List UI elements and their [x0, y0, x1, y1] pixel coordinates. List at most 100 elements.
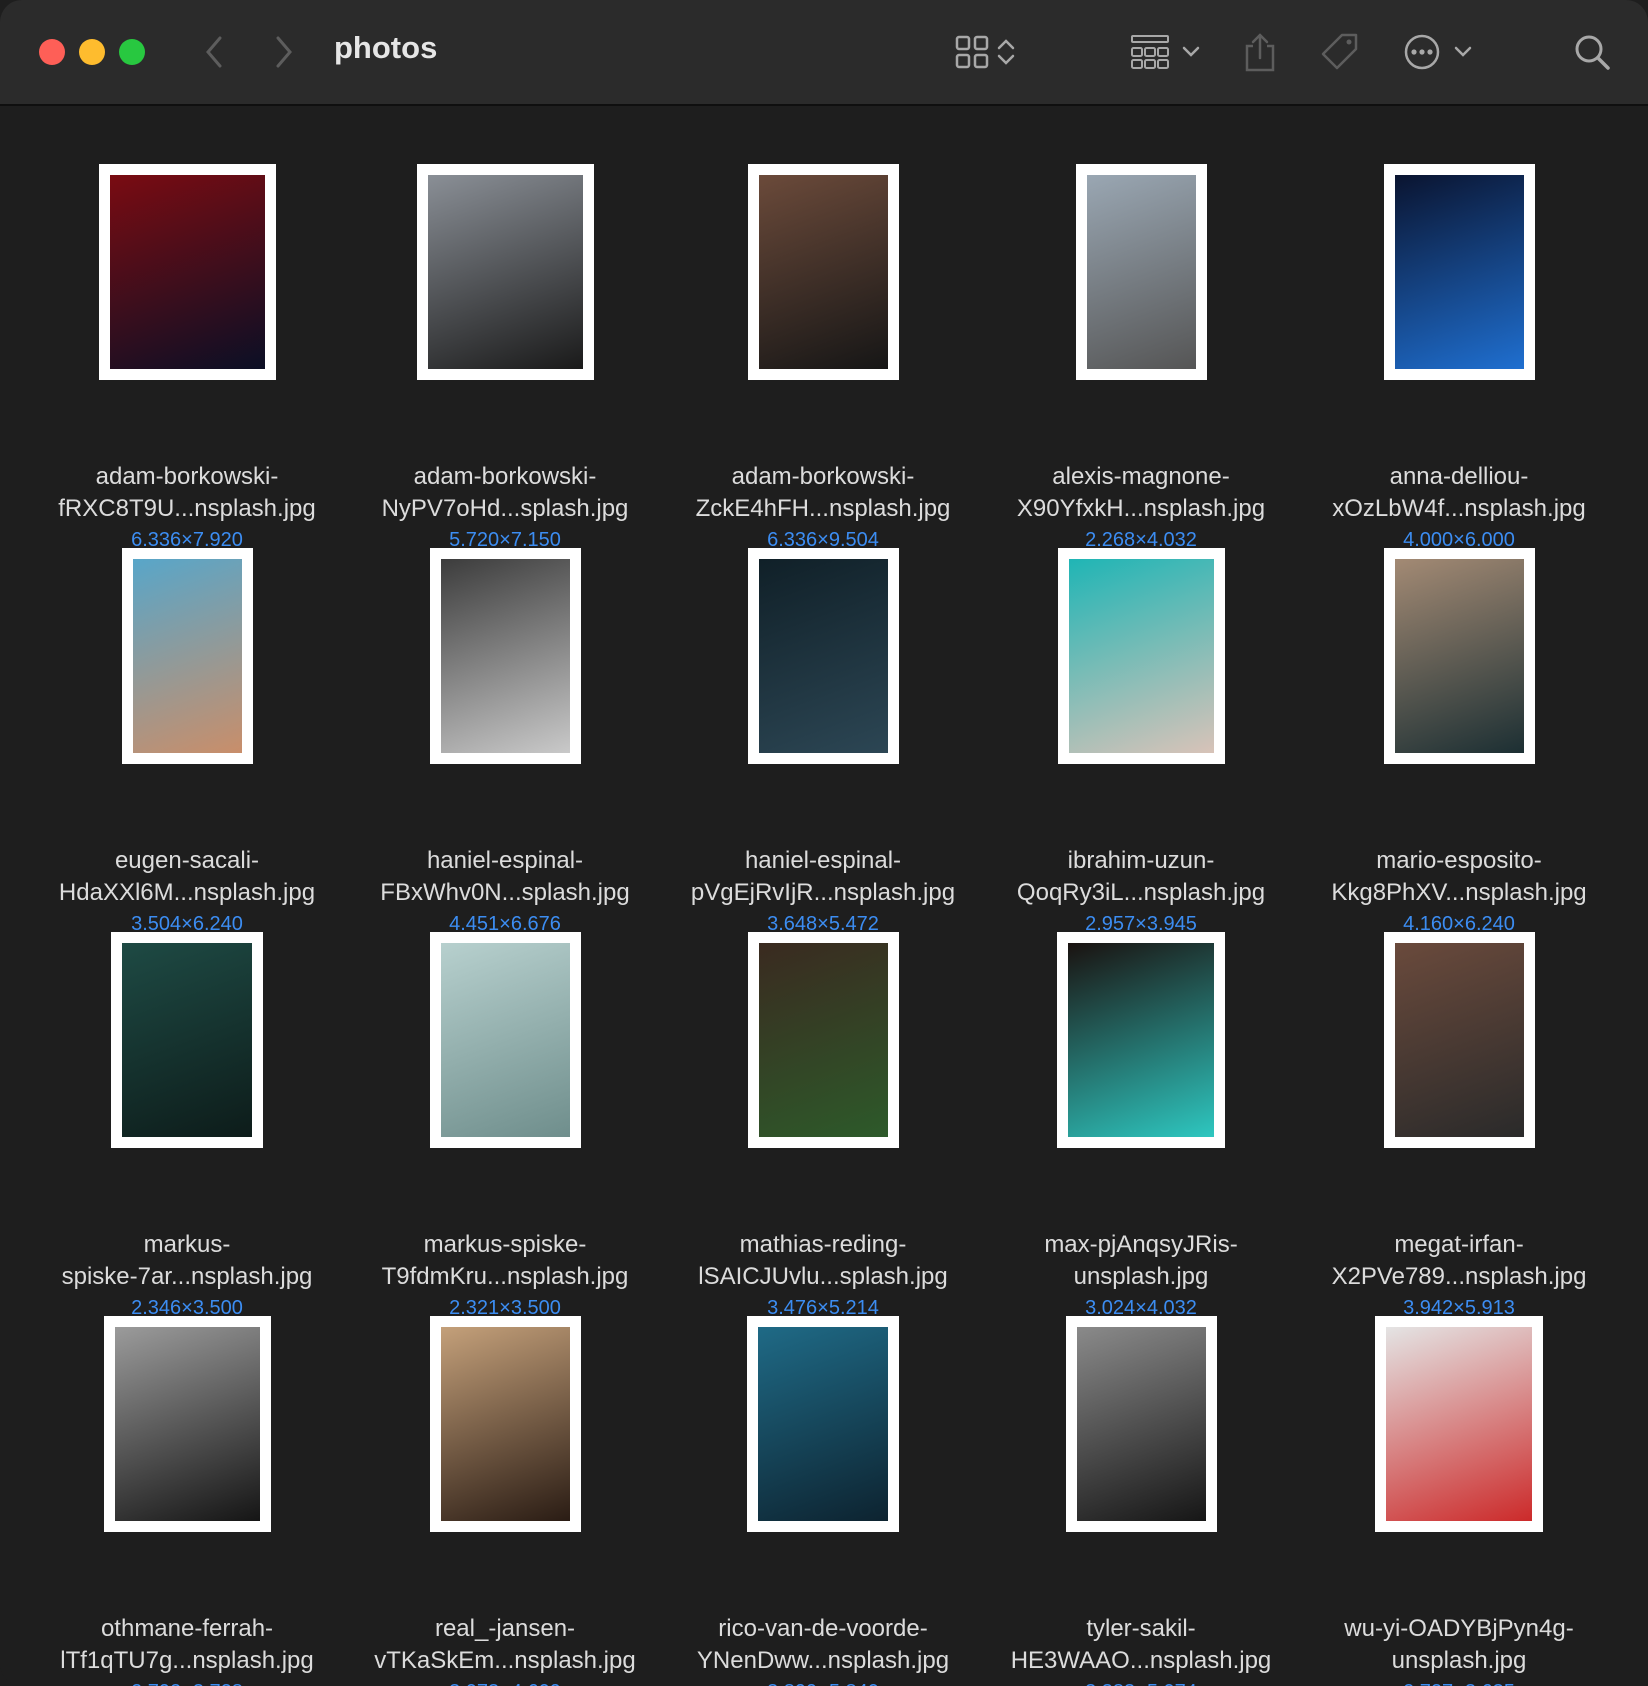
thumbnail-image: [427, 175, 583, 369]
file-item[interactable]: wu-yi-OADYBjPyn4g-unsplash.jpg 2.727×3.63…: [1309, 1316, 1609, 1686]
file-thumbnail[interactable]: [429, 1316, 581, 1532]
file-thumbnail[interactable]: [416, 164, 594, 380]
more-icon[interactable]: [1396, 26, 1448, 78]
file-item[interactable]: anna-delliou-xOzLbW4f...nsplash.jpg 4.000…: [1309, 164, 1609, 551]
file-thumbnail[interactable]: [121, 548, 253, 764]
file-thumbnail[interactable]: [1375, 1316, 1543, 1532]
file-name[interactable]: rico-van-de-voorde- YNenDww...nsplash.jpg: [673, 1613, 973, 1677]
thumbnail-image: [440, 559, 570, 753]
file-name[interactable]: mario-esposito- Kkg8PhXV...nsplash.jpg: [1309, 845, 1609, 909]
file-name-line2: X2PVe789...nsplash.jpg: [1331, 1263, 1587, 1290]
file-name-line1: adam-borkowski-: [95, 463, 279, 490]
close-button[interactable]: [39, 39, 65, 65]
file-item[interactable]: mathias-reding-lSAICJUvlu...splash.jpg 3.…: [673, 932, 973, 1319]
tag-icon[interactable]: [1314, 26, 1366, 78]
file-name[interactable]: markus-spiske- T9fdmKru...nsplash.jpg: [355, 1229, 655, 1293]
file-thumbnail[interactable]: [747, 164, 899, 380]
file-name[interactable]: anna-delliou-xOzLbW4f...nsplash.jpg: [1309, 461, 1609, 525]
file-name[interactable]: adam-borkowski-fRXC8T9U...nsplash.jpg: [37, 461, 337, 525]
chevron-down-icon[interactable]: [1176, 26, 1206, 78]
file-item[interactable]: alexis-magnone- X90YfxkH...nsplash.jpg 2.2…: [991, 164, 1291, 551]
file-thumbnail[interactable]: [98, 164, 276, 380]
file-name-line2: fRXC8T9U...nsplash.jpg: [58, 495, 316, 522]
file-item[interactable]: ibrahim-uzun- QoqRy3iL...nsplash.jpg 2.957…: [991, 548, 1291, 935]
file-item[interactable]: markus-spiske- T9fdmKru...nsplash.jpg 2.32…: [355, 932, 655, 1319]
file-thumbnail[interactable]: [1383, 164, 1535, 380]
file-name[interactable]: alexis-magnone- X90YfxkH...nsplash.jpg: [991, 461, 1291, 525]
file-thumbnail[interactable]: [429, 548, 581, 764]
file-item[interactable]: markus-spiske-7ar...nsplash.jpg 2.346×3.5…: [37, 932, 337, 1319]
file-name-line1: ibrahim-uzun-: [1067, 847, 1215, 874]
thumbnail-image: [1068, 943, 1214, 1137]
file-thumbnail[interactable]: [1057, 932, 1225, 1148]
file-name[interactable]: adam-borkowski- NyPV7oHd...splash.jpg: [355, 461, 655, 525]
file-name[interactable]: tyler-sakil- HE3WAAO...nsplash.jpg: [991, 1613, 1291, 1677]
thumbnail-image: [114, 1327, 260, 1521]
file-name-line1: wu-yi-OADYBjPyn4g-: [1344, 1615, 1574, 1642]
file-item[interactable]: adam-borkowski-fRXC8T9U...nsplash.jpg 6.3…: [37, 164, 337, 551]
thumbnail-image: [758, 943, 888, 1137]
file-name[interactable]: haniel-espinal-pVgEjRvIjR...nsplash.jpg: [673, 845, 973, 909]
file-name[interactable]: markus-spiske-7ar...nsplash.jpg: [37, 1229, 337, 1293]
file-thumbnail[interactable]: [1057, 548, 1225, 764]
file-name[interactable]: ibrahim-uzun- QoqRy3iL...nsplash.jpg: [991, 845, 1291, 909]
file-item[interactable]: haniel-espinal-pVgEjRvIjR...nsplash.jpg 3…: [673, 548, 973, 935]
file-name-line2: NyPV7oHd...splash.jpg: [381, 495, 629, 522]
group-icon[interactable]: [1124, 26, 1176, 78]
thumbnail-image: [1068, 559, 1214, 753]
file-item[interactable]: mario-esposito- Kkg8PhXV...nsplash.jpg 4.1…: [1309, 548, 1609, 935]
file-item[interactable]: eugen-sacali- HdaXXl6M...nsplash.jpg 3.504…: [37, 548, 337, 935]
file-item[interactable]: tyler-sakil- HE3WAAO...nsplash.jpg 3.383×5…: [991, 1316, 1291, 1686]
file-item[interactable]: megat-irfan- X2PVe789...nsplash.jpg 3.942×…: [1309, 932, 1609, 1319]
file-name-line2: ZckE4hFH...nsplash.jpg: [695, 495, 951, 522]
file-thumbnail[interactable]: [1383, 932, 1535, 1148]
file-dimensions: 3.899×5.840: [673, 1681, 973, 1686]
file-name-line2: unsplash.jpg: [1073, 1263, 1209, 1290]
file-item[interactable]: adam-borkowski- NyPV7oHd...splash.jpg 5.72…: [355, 164, 655, 551]
file-thumbnail[interactable]: [103, 1316, 271, 1532]
file-thumbnail[interactable]: [747, 932, 899, 1148]
file-thumbnail[interactable]: [747, 548, 899, 764]
file-item[interactable]: othmane-ferrah-lTf1qTU7g...nsplash.jpg 2.…: [37, 1316, 337, 1686]
file-name[interactable]: max-pjAnqsyJRis-unsplash.jpg: [991, 1229, 1291, 1293]
file-thumbnail[interactable]: [111, 932, 263, 1148]
share-icon[interactable]: [1234, 26, 1286, 78]
file-thumbnail[interactable]: [1075, 164, 1207, 380]
chevron-down-icon[interactable]: [1448, 26, 1478, 78]
file-thumbnail[interactable]: [1065, 1316, 1217, 1532]
file-name[interactable]: wu-yi-OADYBjPyn4g-unsplash.jpg: [1309, 1613, 1609, 1677]
search-icon[interactable]: [1566, 26, 1618, 78]
thumbnail-image: [758, 559, 888, 753]
sort-updown-icon[interactable]: [986, 26, 1026, 78]
file-thumbnail[interactable]: [1383, 548, 1535, 764]
file-item[interactable]: rico-van-de-voorde- YNenDww...nsplash.jpg…: [673, 1316, 973, 1686]
file-thumbnail[interactable]: [429, 932, 581, 1148]
back-chevron-icon[interactable]: [188, 26, 240, 78]
file-dimensions: 2.792×3.728: [37, 1681, 337, 1686]
file-thumbnail[interactable]: [747, 1316, 899, 1532]
file-name[interactable]: eugen-sacali- HdaXXl6M...nsplash.jpg: [37, 845, 337, 909]
file-name[interactable]: mathias-reding-lSAICJUvlu...splash.jpg: [673, 1229, 973, 1293]
zoom-button[interactable]: [119, 39, 145, 65]
file-name[interactable]: adam-borkowski- ZckE4hFH...nsplash.jpg: [673, 461, 973, 525]
forward-chevron-icon[interactable]: [258, 26, 310, 78]
file-name[interactable]: real_-jansen-vTKaSkEm...nsplash.jpg: [355, 1613, 655, 1677]
file-name-line1: markus-spiske-: [423, 1231, 587, 1258]
file-item[interactable]: haniel-espinal- FBxWhv0N...splash.jpg 4.45…: [355, 548, 655, 935]
minimize-button[interactable]: [79, 39, 105, 65]
file-name[interactable]: haniel-espinal- FBxWhv0N...splash.jpg: [355, 845, 655, 909]
file-name-line1: adam-borkowski-: [413, 463, 597, 490]
file-name-line1: megat-irfan-: [1394, 1231, 1524, 1258]
thumbnail-image: [758, 175, 888, 369]
file-item[interactable]: real_-jansen-vTKaSkEm...nsplash.jpg 3.073…: [355, 1316, 655, 1686]
file-item[interactable]: max-pjAnqsyJRis-unsplash.jpg 3.024×4.032: [991, 932, 1291, 1319]
file-dimensions: 2.727×3.635: [1309, 1681, 1609, 1686]
file-name-line1: anna-delliou-: [1389, 463, 1529, 490]
window-title: photos: [334, 30, 438, 65]
thumbnail-image: [132, 559, 242, 753]
file-item[interactable]: adam-borkowski- ZckE4hFH...nsplash.jpg 6.3…: [673, 164, 973, 551]
file-name[interactable]: othmane-ferrah-lTf1qTU7g...nsplash.jpg: [37, 1613, 337, 1677]
file-name[interactable]: megat-irfan- X2PVe789...nsplash.jpg: [1309, 1229, 1609, 1293]
file-name-line1: eugen-sacali-: [114, 847, 260, 874]
thumbnail-image: [758, 1327, 888, 1521]
